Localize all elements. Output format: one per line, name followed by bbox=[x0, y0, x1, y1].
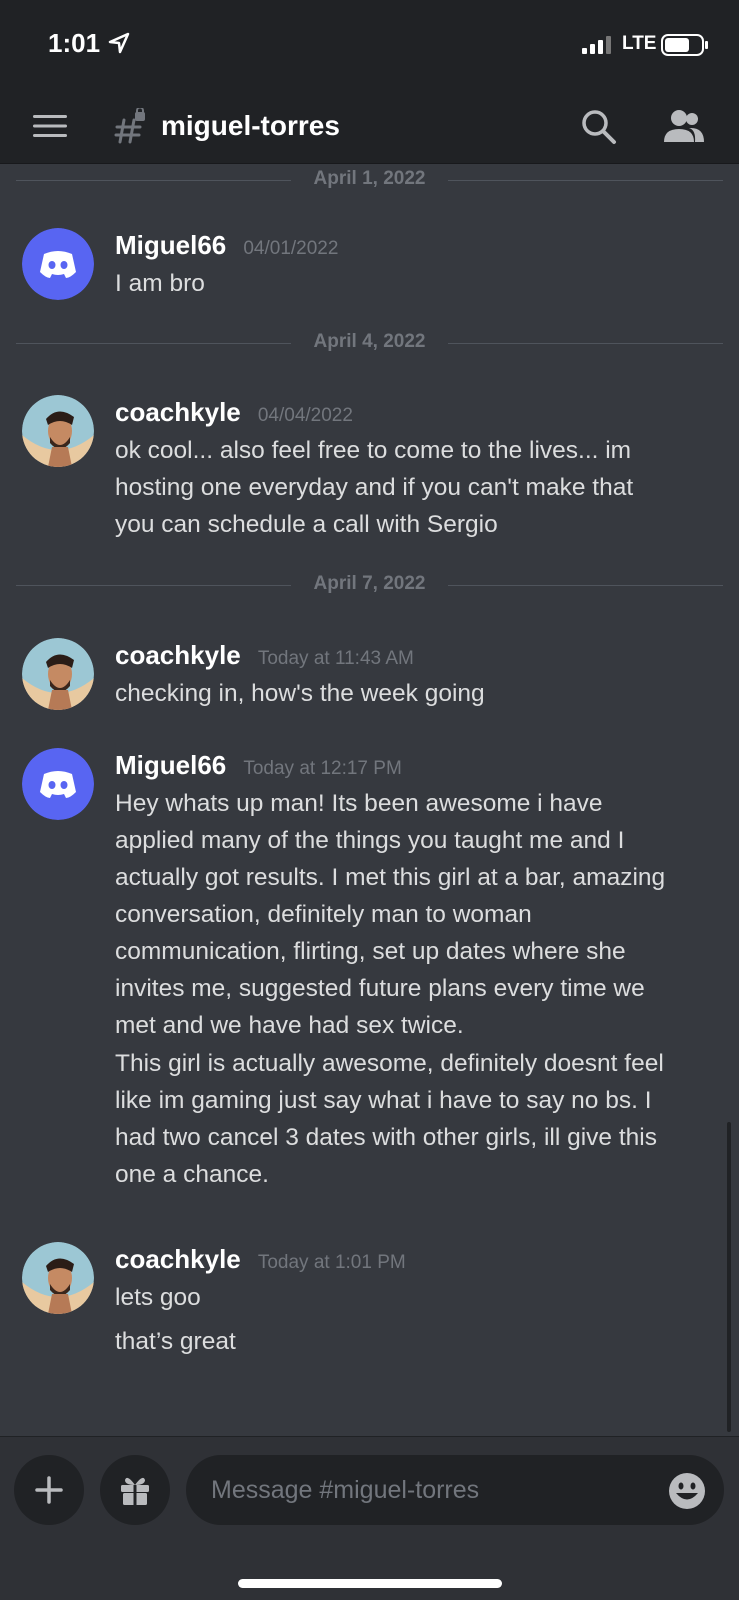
message-text: checking in, how's the week going bbox=[115, 680, 485, 707]
author-name[interactable]: coachkyle bbox=[115, 1244, 241, 1274]
add-attachment-button[interactable] bbox=[14, 1455, 84, 1525]
message-composer bbox=[0, 1436, 739, 1600]
channel-hash-icon bbox=[114, 108, 145, 144]
gift-button[interactable] bbox=[100, 1455, 170, 1525]
discord-avatar-icon[interactable] bbox=[22, 748, 94, 820]
message-item[interactable]: coachkyle 04/04/2022 ok cool... also fee… bbox=[0, 395, 739, 545]
date-divider-label: April 4, 2022 bbox=[313, 331, 426, 352]
message-header: coachkyle Today at 11:43 AM bbox=[115, 640, 414, 671]
date-divider: April 4, 2022 bbox=[16, 328, 723, 358]
message-timestamp: Today at 1:01 PM bbox=[257, 1252, 406, 1273]
author-name[interactable]: Miguel66 bbox=[115, 230, 226, 260]
signal-icon bbox=[582, 36, 611, 54]
date-divider: April 1, 2022 bbox=[16, 165, 723, 195]
message-input[interactable] bbox=[186, 1455, 724, 1525]
date-divider: April 7, 2022 bbox=[16, 570, 723, 600]
network-label: LTE bbox=[622, 33, 657, 54]
status-time: 1:01 bbox=[48, 28, 101, 58]
message-timestamp: Today at 12:17 PM bbox=[243, 758, 402, 779]
scrollbar[interactable] bbox=[727, 1122, 731, 1432]
author-name[interactable]: coachkyle bbox=[115, 640, 241, 670]
search-icon[interactable] bbox=[580, 108, 618, 146]
location-icon bbox=[108, 32, 130, 54]
status-bar: 1:01 LTE bbox=[0, 0, 739, 90]
message-header: coachkyle Today at 1:01 PM bbox=[115, 1244, 406, 1275]
message-item[interactable]: Miguel66 04/01/2022 I am bro bbox=[0, 228, 739, 308]
date-divider-label: April 1, 2022 bbox=[313, 168, 426, 189]
message-timestamp: 04/04/2022 bbox=[257, 405, 353, 426]
message-text: lets goo bbox=[115, 1284, 201, 1311]
message-text: This girl is actually awesome, definitel… bbox=[115, 1050, 664, 1188]
message-item[interactable]: coachkyle Today at 1:01 PM lets goo that… bbox=[0, 1242, 739, 1372]
members-icon[interactable] bbox=[664, 108, 704, 146]
message-list[interactable]: April 1, 2022 Miguel66 04/01/2022 I am b… bbox=[0, 165, 739, 1435]
channel-header: miguel-torres bbox=[0, 90, 739, 164]
message-text: I am bro bbox=[115, 270, 205, 297]
author-name[interactable]: Miguel66 bbox=[115, 750, 226, 780]
message-text: ok cool... also feel free to come to the… bbox=[115, 437, 634, 538]
discord-avatar-icon[interactable] bbox=[22, 228, 94, 300]
plus-icon bbox=[35, 1476, 63, 1504]
gift-icon bbox=[121, 1477, 149, 1505]
home-indicator[interactable] bbox=[238, 1579, 502, 1588]
date-divider-label: April 7, 2022 bbox=[313, 573, 426, 594]
message-item[interactable]: Miguel66 Today at 12:17 PM Hey whats up … bbox=[0, 748, 739, 1208]
coachkyle-avatar[interactable] bbox=[22, 638, 94, 710]
message-text: Hey whats up man! Its been awesome i hav… bbox=[115, 790, 666, 1039]
message-text: that’s great bbox=[115, 1328, 236, 1355]
message-header: coachkyle 04/04/2022 bbox=[115, 397, 353, 428]
author-name[interactable]: coachkyle bbox=[115, 397, 241, 427]
coachkyle-avatar[interactable] bbox=[22, 395, 94, 467]
menu-icon[interactable] bbox=[33, 112, 67, 140]
message-header: Miguel66 Today at 12:17 PM bbox=[115, 750, 402, 781]
coachkyle-avatar[interactable] bbox=[22, 1242, 94, 1314]
message-header: Miguel66 04/01/2022 bbox=[115, 230, 338, 261]
message-item[interactable]: coachkyle Today at 11:43 AM checking in,… bbox=[0, 638, 739, 718]
battery-icon bbox=[661, 34, 708, 56]
message-timestamp: Today at 11:43 AM bbox=[257, 648, 414, 669]
message-timestamp: 04/01/2022 bbox=[243, 238, 339, 259]
emoji-icon[interactable] bbox=[668, 1472, 706, 1510]
channel-title: miguel-torres bbox=[161, 110, 340, 141]
